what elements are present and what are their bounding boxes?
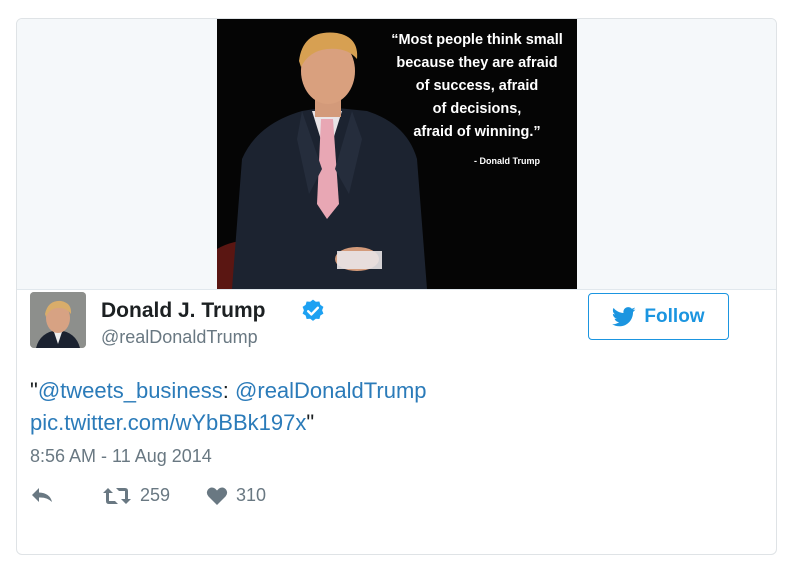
twitter-bird-icon [612,306,637,326]
follow-label: Follow [644,305,705,327]
profile-photo-icon [30,292,86,348]
mention-link[interactable]: @tweets_business [38,378,223,403]
reply-button[interactable] [30,485,54,505]
quote-line: afraid of winning.” [413,124,541,140]
tweet-text: "@tweets_business: @realDonaldTrump pic.t… [30,375,730,439]
tweet-card: “Most people think small because they ar… [16,18,777,555]
pic-link[interactable]: pic.twitter.com/wYbBBk197x [30,410,306,435]
tweet-media[interactable]: “Most people think small because they ar… [17,19,776,290]
like-button[interactable]: 310 [206,485,266,506]
author-handle[interactable]: @realDonaldTrump [101,327,258,348]
reply-icon [32,488,52,502]
quote-line: because they are afraid [396,55,558,71]
quote-text: “Most people think small because they ar… [377,29,577,144]
separator: : [222,378,236,403]
quote-line: “Most people think small [391,32,563,48]
author-name[interactable]: Donald J. Trump [101,299,266,323]
tweet-actions: 259 310 [30,485,430,515]
tweet-timestamp[interactable]: 8:56 AM - 11 Aug 2014 [30,446,212,467]
quote-attribution: - Donald Trump [474,156,540,166]
quote-mark: " [306,410,315,435]
retweet-count: 259 [140,485,171,505]
mention-link[interactable]: @realDonaldTrump [235,378,426,403]
quote-image[interactable]: “Most people think small because they ar… [217,19,577,289]
verified-badge-icon [302,299,324,321]
avatar[interactable] [30,292,86,348]
heart-icon [206,486,228,505]
like-count: 310 [236,485,267,505]
quote-mark: " [30,378,38,403]
follow-button[interactable]: Follow [588,293,729,340]
quote-line: of success, afraid [415,78,539,94]
retweet-button[interactable]: 259 [102,485,170,506]
quote-line: of decisions, [432,101,522,117]
retweet-icon [103,487,131,504]
